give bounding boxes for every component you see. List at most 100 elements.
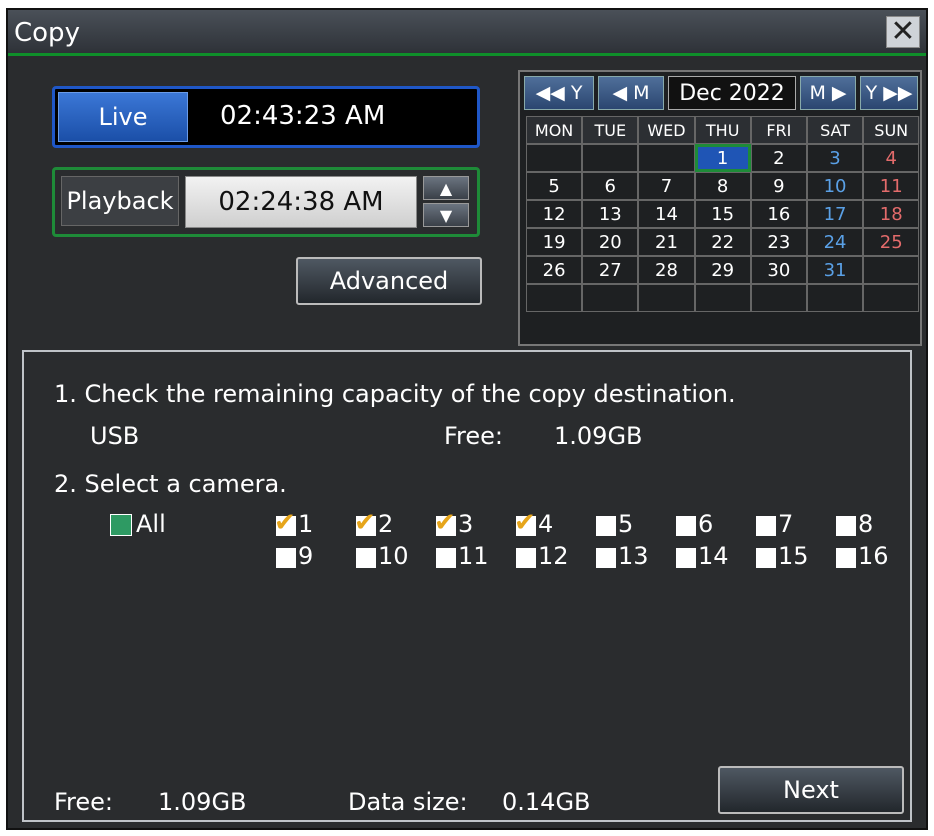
calendar-day[interactable]: 5 [526, 172, 583, 200]
calendar-day[interactable]: 10 [806, 172, 864, 200]
camera-label: 13 [618, 542, 649, 570]
calendar-day[interactable]: 7 [638, 172, 695, 200]
calendar-week-row: 12 13 14 15 16 17 18 [526, 200, 920, 228]
camera-label: 5 [618, 510, 634, 538]
close-button[interactable]: ✕ [886, 16, 920, 48]
calendar-day [806, 284, 864, 312]
camera-checkbox-4[interactable] [514, 508, 536, 538]
calendar-day[interactable]: 14 [638, 200, 695, 228]
calendar-day[interactable]: 3 [806, 144, 864, 172]
calendar-day[interactable]: 20 [582, 228, 639, 256]
copy-panel: 1. Check the remaining capacity of the c… [22, 350, 912, 822]
calendar-week-row: 1234 [526, 144, 920, 172]
camera-label: 6 [698, 510, 714, 538]
next-button[interactable]: Next [718, 766, 904, 814]
device-name: USB [90, 422, 140, 450]
calendar-day[interactable]: 29 [694, 256, 751, 284]
calendar-day[interactable]: 19 [526, 228, 583, 256]
calendar-week-row: 19 20 21 22 23 24 25 [526, 228, 920, 256]
calendar-day [638, 284, 695, 312]
camera-checkbox-13[interactable] [596, 548, 616, 568]
calendar-day[interactable]: 27 [582, 256, 639, 284]
calendar-weekday-row: MON TUE WED THU FRI SAT SUN [526, 116, 920, 144]
data-size-label: Data size: [348, 788, 468, 816]
camera-checkbox-5[interactable] [596, 516, 616, 536]
next-year-button[interactable]: Y ▶▶ [860, 76, 918, 110]
weekday-label: THU [694, 116, 751, 144]
calendar-day[interactable]: 31 [806, 256, 864, 284]
calendar-day[interactable]: 26 [526, 256, 583, 284]
calendar-day[interactable]: 13 [582, 200, 639, 228]
footer-free-label: Free: [54, 788, 114, 816]
calendar-day[interactable]: 25 [863, 228, 920, 256]
calendar-day[interactable]: 4 [863, 144, 920, 172]
calendar-day[interactable]: 8 [694, 172, 751, 200]
title-bar: Copy ✕ [8, 10, 926, 56]
calendar-day[interactable]: 12 [526, 200, 583, 228]
calendar-day [863, 284, 920, 312]
calendar-day[interactable]: 24 [806, 228, 864, 256]
time-down-button[interactable]: ▼ [423, 203, 469, 227]
prev-month-button[interactable]: ◀ M [598, 76, 664, 110]
camera-checkbox-2[interactable] [354, 508, 376, 538]
close-icon: ✕ [890, 14, 916, 49]
calendar-day[interactable]: 6 [582, 172, 639, 200]
free-label: Free: [444, 422, 504, 450]
live-time-box: Live 02:43:23 AM [52, 86, 480, 148]
calendar-day[interactable]: 28 [638, 256, 695, 284]
calendar-day[interactable]: 2 [750, 144, 807, 172]
calendar-day [582, 284, 639, 312]
camera-checkbox-7[interactable] [756, 516, 776, 536]
calendar-day[interactable]: 30 [750, 256, 807, 284]
calendar-day[interactable]: 23 [750, 228, 807, 256]
calendar-day[interactable]: 22 [694, 228, 751, 256]
calendar-day[interactable]: 11 [863, 172, 920, 200]
camera-checkbox-14[interactable] [676, 548, 696, 568]
calendar-week-row: 26 27 28 29 30 31 [526, 256, 920, 284]
weekday-label: MON [526, 116, 583, 144]
calendar-day[interactable]: 21 [638, 228, 695, 256]
camera-checkbox-15[interactable] [756, 548, 776, 568]
camera-checkbox-11[interactable] [436, 548, 456, 568]
calendar-month-label: Dec 2022 [668, 76, 796, 110]
camera-label: 12 [538, 542, 569, 570]
camera-checkbox-6[interactable] [676, 516, 696, 536]
next-month-button[interactable]: M ▶ [800, 76, 856, 110]
calendar-day[interactable]: 17 [806, 200, 864, 228]
calendar-day[interactable]: 15 [694, 200, 751, 228]
weekday-label: FRI [750, 116, 807, 144]
playback-time-field[interactable]: 02:24:38 AM [185, 176, 417, 228]
calendar-day [694, 284, 751, 312]
camera-checkbox-10[interactable] [356, 548, 376, 568]
camera-checkbox-1[interactable] [274, 508, 296, 538]
camera-checkbox-8[interactable] [836, 516, 856, 536]
calendar-day [526, 144, 583, 172]
playback-time-box: Playback 02:24:38 AM ▲ ▼ [52, 167, 480, 237]
calendar-day[interactable]: 16 [750, 200, 807, 228]
camera-checkbox-16[interactable] [836, 548, 856, 568]
calendar-day [863, 256, 920, 284]
weekday-label: SUN [863, 116, 920, 144]
all-label: All [136, 510, 166, 538]
prev-year-button[interactable]: ◀◀ Y [524, 76, 594, 110]
camera-checkbox-9[interactable] [276, 548, 296, 568]
camera-label: 1 [298, 510, 314, 538]
calendar-day[interactable]: 18 [863, 200, 920, 228]
dialog-title: Copy [14, 18, 80, 48]
calendar-day [750, 284, 807, 312]
step1-text: 1. Check the remaining capacity of the c… [54, 380, 736, 408]
camera-label: 4 [538, 510, 554, 538]
camera-label: 3 [458, 510, 474, 538]
calendar-day[interactable]: 1 [694, 144, 751, 172]
live-button[interactable]: Live [58, 92, 188, 142]
weekday-label: TUE [582, 116, 639, 144]
time-up-button[interactable]: ▲ [423, 176, 469, 200]
camera-checkbox-12[interactable] [516, 548, 536, 568]
advanced-button[interactable]: Advanced [296, 257, 482, 305]
calendar-week-row [526, 284, 920, 312]
footer-free-value: 1.09GB [158, 788, 247, 816]
weekday-label: WED [638, 116, 695, 144]
all-cameras-checkbox[interactable] [110, 514, 132, 536]
calendar-day[interactable]: 9 [750, 172, 807, 200]
camera-checkbox-3[interactable] [434, 508, 456, 538]
